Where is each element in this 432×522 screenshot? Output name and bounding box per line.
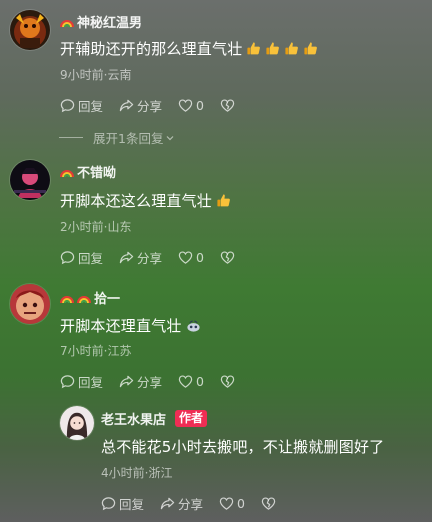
reply-button[interactable]: 回复 — [60, 96, 103, 115]
rainbow-badge-icon — [60, 166, 74, 178]
reply-button[interactable]: 回复 — [60, 248, 103, 267]
share-arrow-icon — [160, 497, 175, 510]
heart-icon — [219, 497, 234, 510]
dislike-button[interactable] — [220, 98, 235, 113]
comment-body: 开脚本还这么理直气壮 — [60, 192, 213, 210]
comment-actions: 回复 分享 0 — [60, 248, 235, 267]
username[interactable]: 拾一 — [94, 288, 120, 307]
comment-actions: 回复 分享 0 — [60, 96, 235, 115]
comment-text: 开脚本还这么理直气壮 — [60, 190, 231, 211]
comment-item: 神秘红温男 开辅助还开的那么理直气壮 9小时前·云南 回复 分享 0 展开1条回… — [0, 0, 432, 150]
dislike-button[interactable] — [261, 496, 276, 511]
comment-meta: 9小时前·云南 — [60, 68, 132, 82]
share-button[interactable]: 分享 — [119, 248, 162, 267]
reply-label: 回复 — [78, 99, 104, 114]
broken-heart-icon — [220, 375, 235, 388]
like-button[interactable]: 0 — [178, 250, 204, 265]
like-count: 0 — [196, 98, 204, 113]
comment-actions: 回复 分享 0 — [101, 494, 276, 513]
username[interactable]: 老王水果店 — [101, 409, 166, 428]
comment-text: 总不能花5小时去搬吧，不让搬就删图好了 — [101, 438, 385, 456]
username[interactable]: 不错呦 — [77, 162, 116, 181]
reply-bubble-icon — [60, 251, 75, 265]
comment-item: 拾一 开脚本还理直气壮 7小时前·江苏 回复 分享 0 — [0, 274, 432, 398]
username-row: 神秘红温男 — [60, 12, 142, 31]
share-arrow-icon — [119, 99, 134, 112]
heart-icon — [178, 375, 193, 388]
comment-item: 不错呦 开脚本还这么理直气壮 2小时前·山东 回复 分享 0 — [0, 150, 432, 274]
username-row: 老王水果店 作者 — [101, 409, 208, 428]
expand-replies-button[interactable]: 展开1条回复 — [59, 128, 175, 147]
reply-button[interactable]: 回复 — [60, 372, 103, 391]
comment-body: 开辅助还开的那么理直气壮 — [60, 40, 243, 58]
share-label: 分享 — [137, 251, 163, 266]
thumbs-up-emoji-icon — [216, 193, 231, 208]
comment-text: 开辅助还开的那么理直气壮 — [60, 38, 318, 59]
thumbs-up-emoji-icon — [303, 41, 318, 56]
like-button[interactable]: 0 — [178, 374, 204, 389]
chevron-down-icon — [167, 135, 174, 140]
avatar[interactable] — [10, 284, 50, 324]
rainbow-badge-icon — [60, 16, 74, 28]
broken-heart-icon — [220, 251, 235, 264]
comment-actions: 回复 分享 0 — [60, 372, 235, 391]
reply-label: 回复 — [78, 375, 104, 390]
share-label: 分享 — [178, 497, 204, 512]
dislike-button[interactable] — [220, 250, 235, 265]
dizzy-emoji-icon — [186, 318, 201, 333]
reply-bubble-icon — [101, 497, 116, 511]
comment-meta: 7小时前·江苏 — [60, 344, 132, 358]
avatar[interactable] — [10, 10, 50, 50]
reply-label: 回复 — [78, 251, 104, 266]
like-button[interactable]: 0 — [178, 98, 204, 113]
share-label: 分享 — [137, 99, 163, 114]
broken-heart-icon — [261, 497, 276, 510]
share-button[interactable]: 分享 — [119, 96, 162, 115]
comment-meta: 2小时前·山东 — [60, 220, 132, 234]
comment-meta: 4小时前·浙江 — [101, 466, 173, 480]
divider-line — [59, 137, 83, 138]
like-count: 0 — [196, 250, 204, 265]
reply-label: 回复 — [119, 497, 145, 512]
like-count: 0 — [196, 374, 204, 389]
username-row: 拾一 — [60, 288, 120, 307]
avatar[interactable] — [60, 406, 94, 440]
dislike-button[interactable] — [220, 374, 235, 389]
like-count: 0 — [237, 496, 245, 511]
comment-body: 开脚本还理直气壮 — [60, 317, 182, 335]
rainbow-badge-icon — [77, 292, 91, 304]
rainbow-badge-icon — [60, 292, 74, 304]
expand-label: 展开1条回复 — [93, 131, 164, 146]
share-arrow-icon — [119, 375, 134, 388]
thumbs-up-emoji-icon — [284, 41, 299, 56]
username[interactable]: 神秘红温男 — [77, 12, 142, 31]
share-label: 分享 — [137, 375, 163, 390]
share-arrow-icon — [119, 251, 134, 264]
share-button[interactable]: 分享 — [119, 372, 162, 391]
heart-icon — [178, 251, 193, 264]
like-button[interactable]: 0 — [219, 496, 245, 511]
reply-button[interactable]: 回复 — [101, 494, 144, 513]
reply-bubble-icon — [60, 375, 75, 389]
author-badge: 作者 — [175, 410, 208, 427]
reply-bubble-icon — [60, 99, 75, 113]
thumbs-up-emoji-icon — [265, 41, 280, 56]
reply-item: 老王水果店 作者 总不能花5小时去搬吧，不让搬就删图好了 4小时前·浙江 回复 … — [0, 398, 432, 522]
comment-text: 开脚本还理直气壮 — [60, 315, 201, 336]
thumbs-up-emoji-icon — [246, 41, 261, 56]
share-button[interactable]: 分享 — [160, 494, 203, 513]
username-row: 不错呦 — [60, 162, 116, 181]
avatar[interactable] — [10, 160, 50, 200]
broken-heart-icon — [220, 99, 235, 112]
heart-icon — [178, 99, 193, 112]
